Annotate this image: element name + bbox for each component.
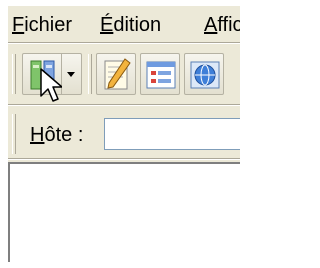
globe-window-icon bbox=[190, 61, 220, 89]
host-label-rest: ôte : bbox=[44, 124, 84, 146]
menu-affichage-rest: ffic bbox=[217, 14, 240, 36]
connect-icon bbox=[30, 60, 55, 90]
properties-button[interactable] bbox=[140, 53, 180, 95]
toolbar-separator-line bbox=[8, 104, 240, 106]
pencil-notepad-icon bbox=[104, 58, 131, 90]
edit-button[interactable] bbox=[96, 53, 136, 95]
toolbar-separator bbox=[88, 54, 92, 94]
toolbar bbox=[8, 44, 240, 104]
menu-fichier-mnemonic: F bbox=[12, 14, 25, 36]
host-label-mnemonic: H bbox=[30, 124, 45, 146]
address-bar-grip[interactable] bbox=[12, 114, 16, 154]
menu-affichage-mnemonic: A bbox=[204, 14, 218, 36]
menu-edition[interactable]: Édition bbox=[100, 14, 161, 37]
menu-edition-mnemonic: É bbox=[100, 14, 114, 36]
menu-bar: Fichier Édition Affic bbox=[8, 6, 240, 42]
menu-fichier-rest: ichier bbox=[24, 14, 73, 36]
toolbar-grip[interactable] bbox=[12, 54, 16, 94]
web-button[interactable] bbox=[184, 53, 224, 95]
address-separator-line bbox=[8, 158, 240, 160]
host-input[interactable] bbox=[104, 118, 240, 150]
address-bar: Hôte : bbox=[8, 108, 240, 158]
form-list-icon bbox=[146, 61, 176, 89]
menu-edition-rest: dition bbox=[113, 14, 162, 36]
host-label: Hôte : bbox=[30, 124, 83, 147]
application-window: Fichier Édition Affic Hôte: bbox=[8, 6, 240, 262]
menu-affichage[interactable]: Affic bbox=[204, 14, 240, 37]
content-area[interactable] bbox=[8, 162, 240, 262]
menu-fichier[interactable]: Fichier bbox=[12, 14, 72, 37]
chevron-down-icon bbox=[67, 72, 75, 77]
connect-button[interactable] bbox=[22, 53, 62, 95]
connect-dropdown-button[interactable] bbox=[62, 53, 82, 95]
